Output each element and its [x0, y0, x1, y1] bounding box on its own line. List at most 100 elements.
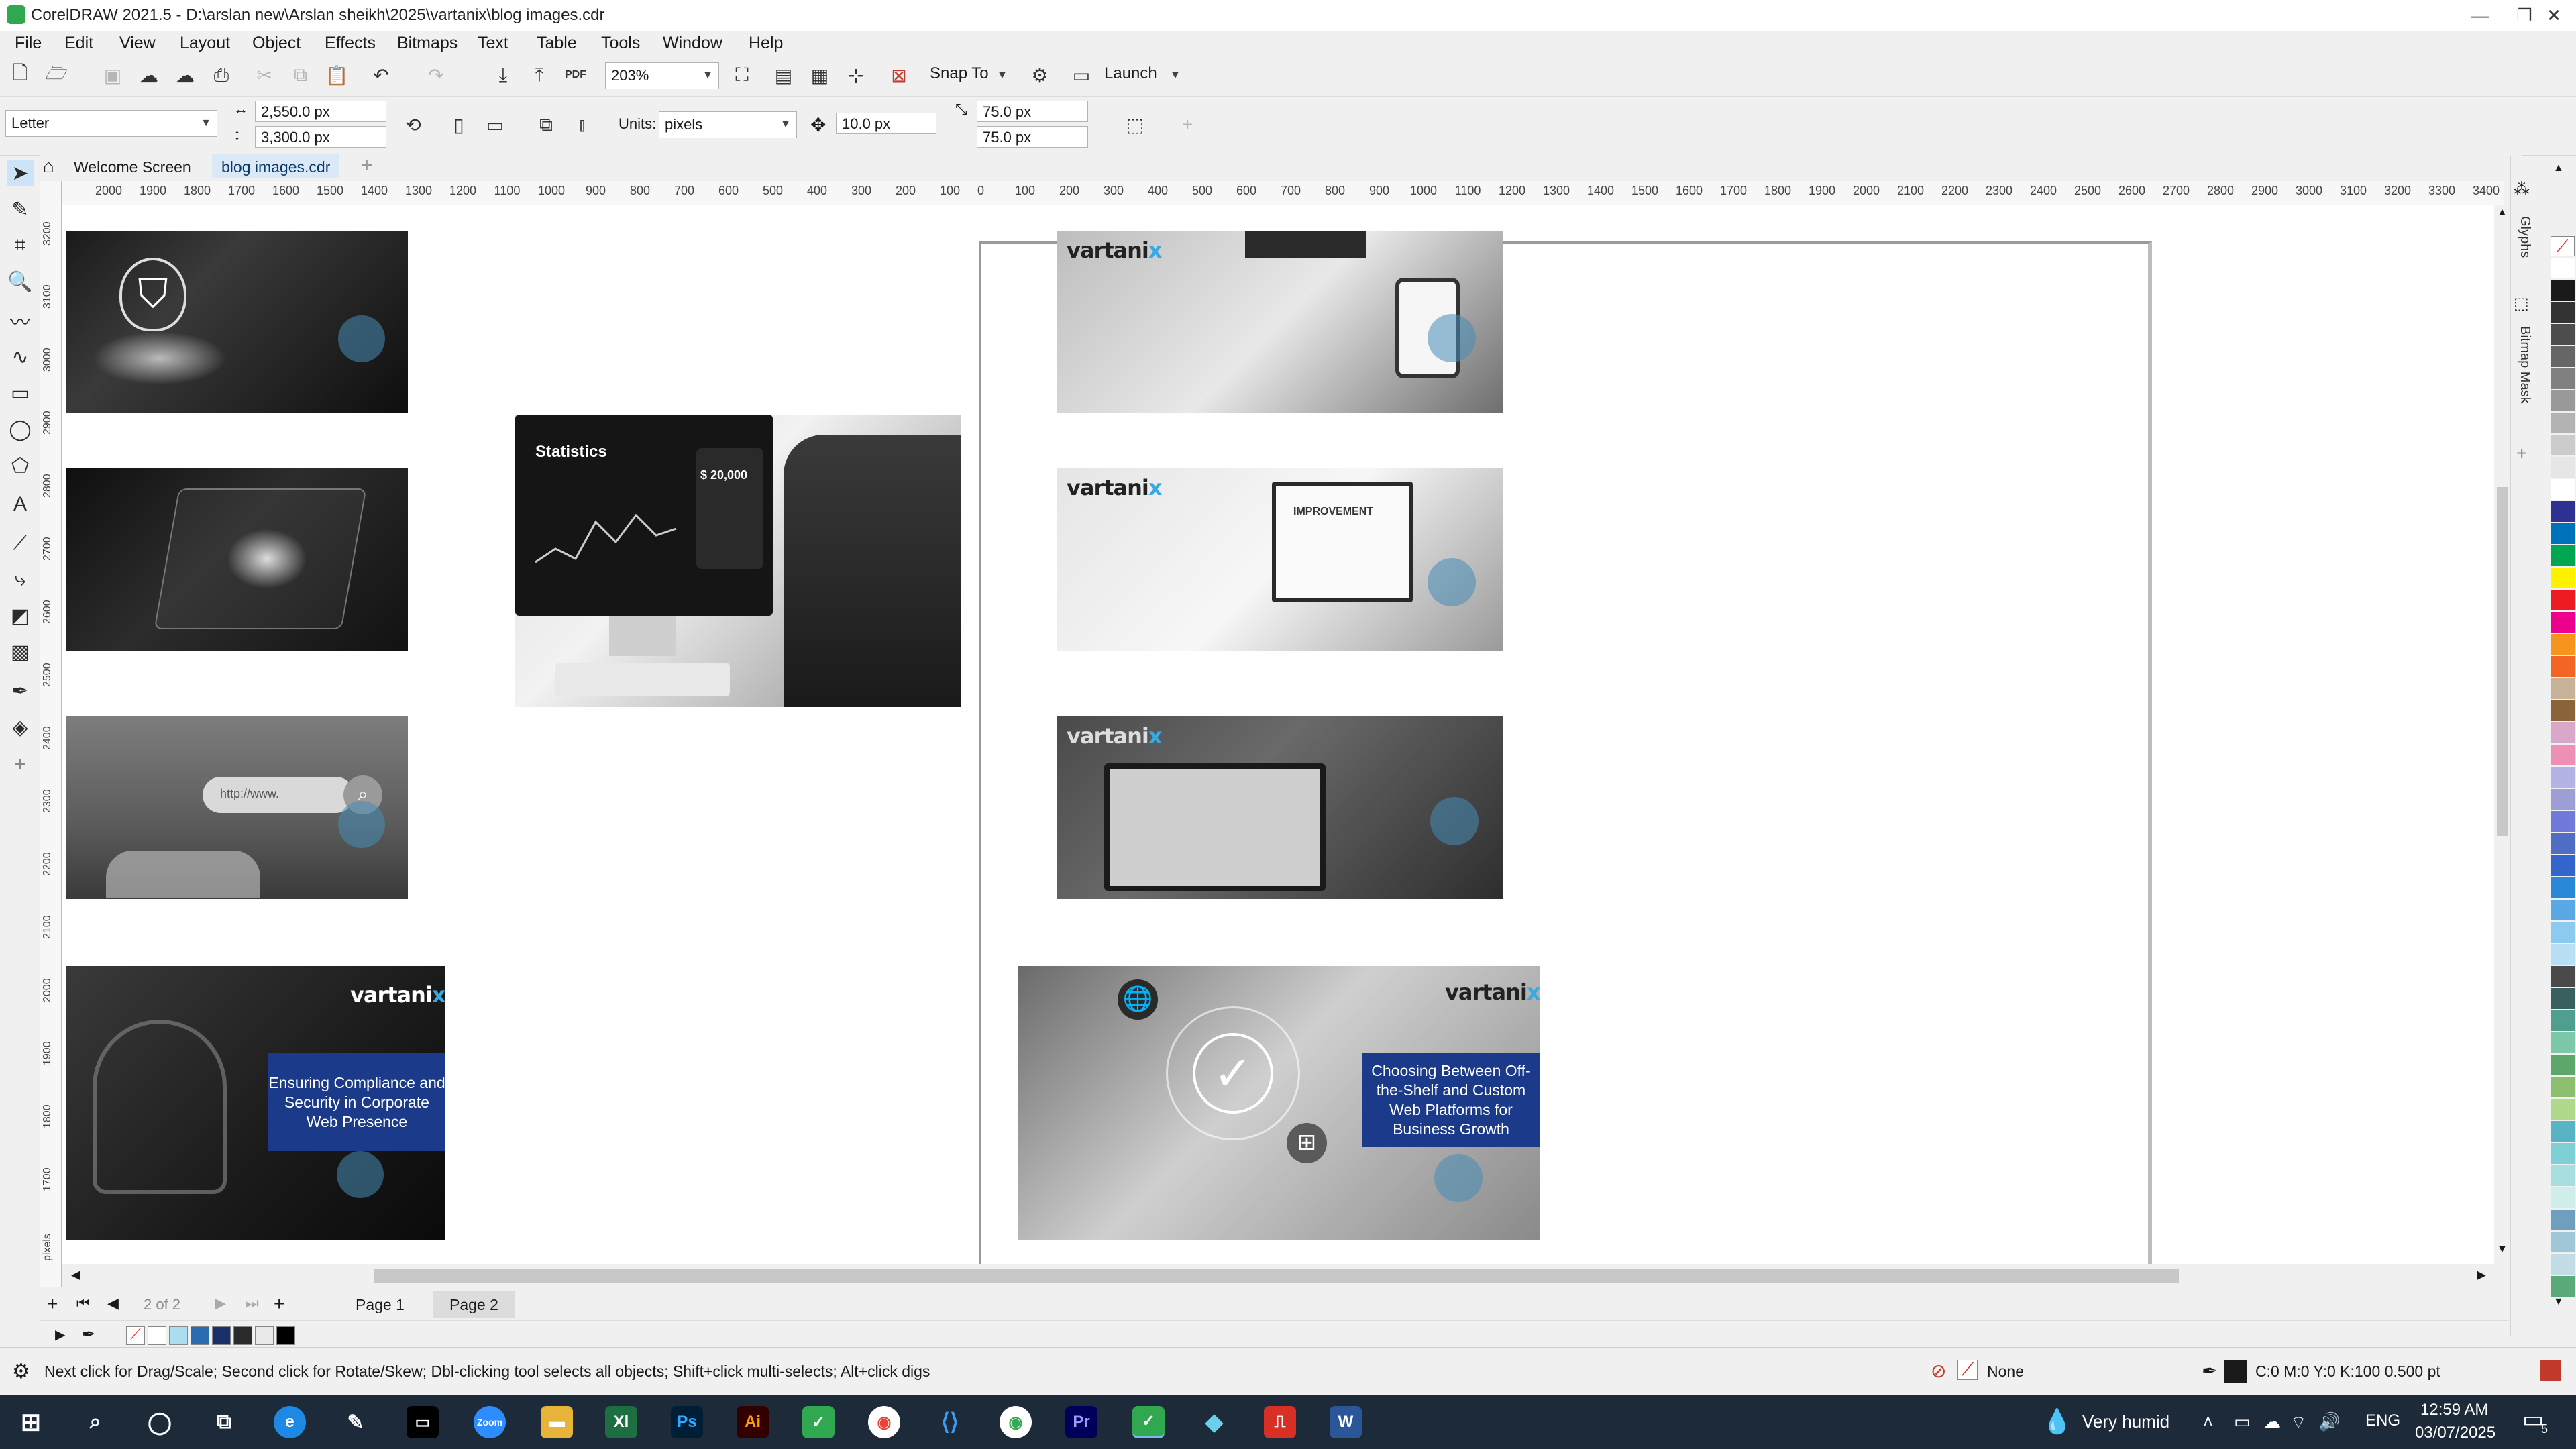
- show-rulers-icon[interactable]: ▤: [770, 62, 797, 89]
- duplicate-distance-x-field[interactable]: 75.0 px: [977, 101, 1088, 122]
- interactive-fill-icon[interactable]: ◈: [7, 714, 34, 741]
- duplicate-distance-y-field[interactable]: 75.0 px: [977, 126, 1088, 148]
- docker-tab-glyphs[interactable]: Glyphs: [2517, 216, 2532, 258]
- tab-welcome-screen[interactable]: Welcome Screen: [64, 154, 201, 178]
- clock-date[interactable]: 03/07/2025: [2415, 1424, 2496, 1442]
- pick-tool-icon[interactable]: ➤: [7, 160, 34, 186]
- palette-swatch[interactable]: [2551, 413, 2575, 433]
- palette-swatch[interactable]: [2551, 457, 2575, 478]
- corel-photo-paint-icon[interactable]: ◆: [1198, 1406, 1230, 1438]
- paste-icon[interactable]: 📋: [323, 62, 350, 89]
- palette-swatch[interactable]: [2551, 1055, 2575, 1075]
- horizontal-scroll-thumb[interactable]: [374, 1269, 2179, 1283]
- shape-tool-icon[interactable]: ✎: [7, 196, 34, 223]
- previous-page-icon[interactable]: ◀: [107, 1295, 119, 1312]
- fill-indicator-icon[interactable]: ⊘: [1931, 1360, 1946, 1382]
- landscape-orientation-icon[interactable]: ▭: [482, 111, 508, 138]
- units-combo[interactable]: pixels ▼: [659, 111, 797, 138]
- task-view-icon[interactable]: ⧉: [208, 1406, 240, 1438]
- palette-swatch[interactable]: [2551, 745, 2575, 765]
- image-custom-web-platforms[interactable]: ✓ 🌐 ⊞ vartanix Choosing Between Off-the-…: [1018, 966, 1540, 1240]
- swatch[interactable]: [191, 1326, 209, 1345]
- scroll-down-icon[interactable]: ▼: [2497, 1244, 2508, 1256]
- palette-swatch[interactable]: [2551, 390, 2575, 411]
- launch-dropdown[interactable]: Launch: [1104, 64, 1157, 83]
- excel-icon[interactable]: Xl: [605, 1406, 637, 1438]
- word-icon[interactable]: W: [1330, 1406, 1362, 1438]
- rectangle-tool-icon[interactable]: ▭: [7, 380, 34, 407]
- redo-icon[interactable]: ↷: [423, 62, 449, 89]
- palette-swatch[interactable]: [2551, 656, 2575, 677]
- all-pages-icon[interactable]: ⧉: [533, 111, 559, 138]
- swatch[interactable]: [233, 1326, 252, 1345]
- illustrator-icon[interactable]: Ai: [737, 1406, 769, 1438]
- menu-window[interactable]: Window: [663, 34, 722, 53]
- vertical-scrollbar[interactable]: ▲ ▼: [2494, 205, 2510, 1264]
- pen-icon[interactable]: ✎: [339, 1406, 372, 1438]
- page-tab-1[interactable]: Page 1: [339, 1291, 421, 1318]
- tray-chevron-icon[interactable]: ˄: [2203, 1411, 2213, 1432]
- palette-swatch[interactable]: [2551, 877, 2575, 898]
- palette-swatch[interactable]: [2551, 900, 2575, 920]
- export-pdf-icon[interactable]: PDF: [562, 62, 589, 89]
- undo-icon[interactable]: ↶: [368, 62, 394, 89]
- parallel-dimension-icon[interactable]: ⟋: [7, 530, 34, 557]
- add-tool-icon[interactable]: +: [7, 751, 34, 778]
- palette-swatch[interactable]: [2551, 1276, 2575, 1297]
- palette-swatch[interactable]: [2551, 944, 2575, 965]
- palette-swatch[interactable]: [2551, 1165, 2575, 1186]
- horizontal-scrollbar[interactable]: ◀ ▶: [62, 1264, 2504, 1288]
- new-document-icon[interactable]: 🗋: [7, 62, 34, 89]
- image-compliance-security[interactable]: vartanix Ensuring Compliance and Securit…: [66, 966, 445, 1240]
- export-icon[interactable]: ⤒: [526, 62, 553, 89]
- swatch[interactable]: [169, 1326, 188, 1345]
- polygon-tool-icon[interactable]: ⬠: [7, 452, 34, 479]
- clock-time[interactable]: 12:59 AM: [2420, 1401, 2488, 1419]
- palette-scroll-down-icon[interactable]: ▼: [2553, 1296, 2564, 1308]
- palette-swatch[interactable]: [2551, 1077, 2575, 1097]
- outline-pen-icon[interactable]: ✒: [2202, 1360, 2217, 1382]
- photoshop-icon[interactable]: Ps: [671, 1406, 703, 1438]
- weather-drop-icon[interactable]: 💧: [2042, 1407, 2072, 1436]
- drawing-canvas[interactable]: ⛉ http://www. ⌕ vartanix Ensuring Compli…: [62, 205, 2504, 1264]
- menu-file[interactable]: File: [15, 34, 42, 53]
- palette-swatch[interactable]: [2551, 722, 2575, 743]
- save-icon[interactable]: ▣: [99, 62, 126, 89]
- palette-swatch[interactable]: [2551, 590, 2575, 610]
- swatch[interactable]: [255, 1326, 274, 1345]
- palette-swatch[interactable]: [2551, 435, 2575, 455]
- menu-table[interactable]: Table: [537, 34, 577, 53]
- palette-swatch[interactable]: [2551, 833, 2575, 854]
- color-management-icon[interactable]: [2540, 1360, 2561, 1381]
- chrome-profile-icon[interactable]: ◉: [1000, 1406, 1032, 1438]
- weather-text[interactable]: Very humid: [2082, 1411, 2169, 1432]
- text-tool-icon[interactable]: A: [7, 491, 34, 518]
- palette-swatch[interactable]: [2551, 1032, 2575, 1053]
- file-explorer-icon[interactable]: ▬: [541, 1406, 573, 1438]
- palette-swatch[interactable]: [2551, 280, 2575, 301]
- artistic-media-icon[interactable]: ∿: [7, 343, 34, 370]
- page-size-options-icon[interactable]: ⟲: [400, 111, 427, 138]
- import-icon[interactable]: ⤓: [490, 62, 517, 89]
- palette-expand-icon[interactable]: ▶: [55, 1326, 65, 1343]
- horizontal-ruler[interactable]: 2000 1900 1800 1700 1600 1500 1400 1300 …: [62, 181, 2504, 205]
- freehand-tool-icon[interactable]: 〰: [7, 307, 34, 334]
- terminal-icon[interactable]: ▭: [407, 1406, 439, 1438]
- menu-object[interactable]: Object: [252, 34, 301, 53]
- docker-tab-bitmap-mask[interactable]: Bitmap Mask: [2517, 326, 2532, 404]
- palette-swatch[interactable]: [2551, 368, 2575, 389]
- palette-swatch[interactable]: [2551, 324, 2575, 345]
- meet-icon[interactable]: ▭: [2234, 1411, 2251, 1432]
- minimize-button[interactable]: —: [2457, 0, 2504, 31]
- snap-off-icon[interactable]: ⊠: [885, 62, 912, 89]
- print-icon[interactable]: ⎙: [208, 62, 235, 89]
- palette-swatch[interactable]: [2551, 568, 2575, 588]
- image-improvement-presentation[interactable]: vartanix IMPROVEMENT: [1057, 468, 1503, 651]
- add-page-after-icon[interactable]: +: [274, 1293, 284, 1315]
- settings-gear-icon[interactable]: ⚙: [12, 1360, 30, 1383]
- cloud-upload-icon[interactable]: ☁: [172, 62, 199, 89]
- swatch[interactable]: [276, 1326, 295, 1345]
- options-gear-icon[interactable]: ⚙: [1026, 62, 1053, 89]
- menu-view[interactable]: View: [119, 34, 156, 53]
- palette-scroll-up-icon[interactable]: ▲: [2553, 162, 2564, 174]
